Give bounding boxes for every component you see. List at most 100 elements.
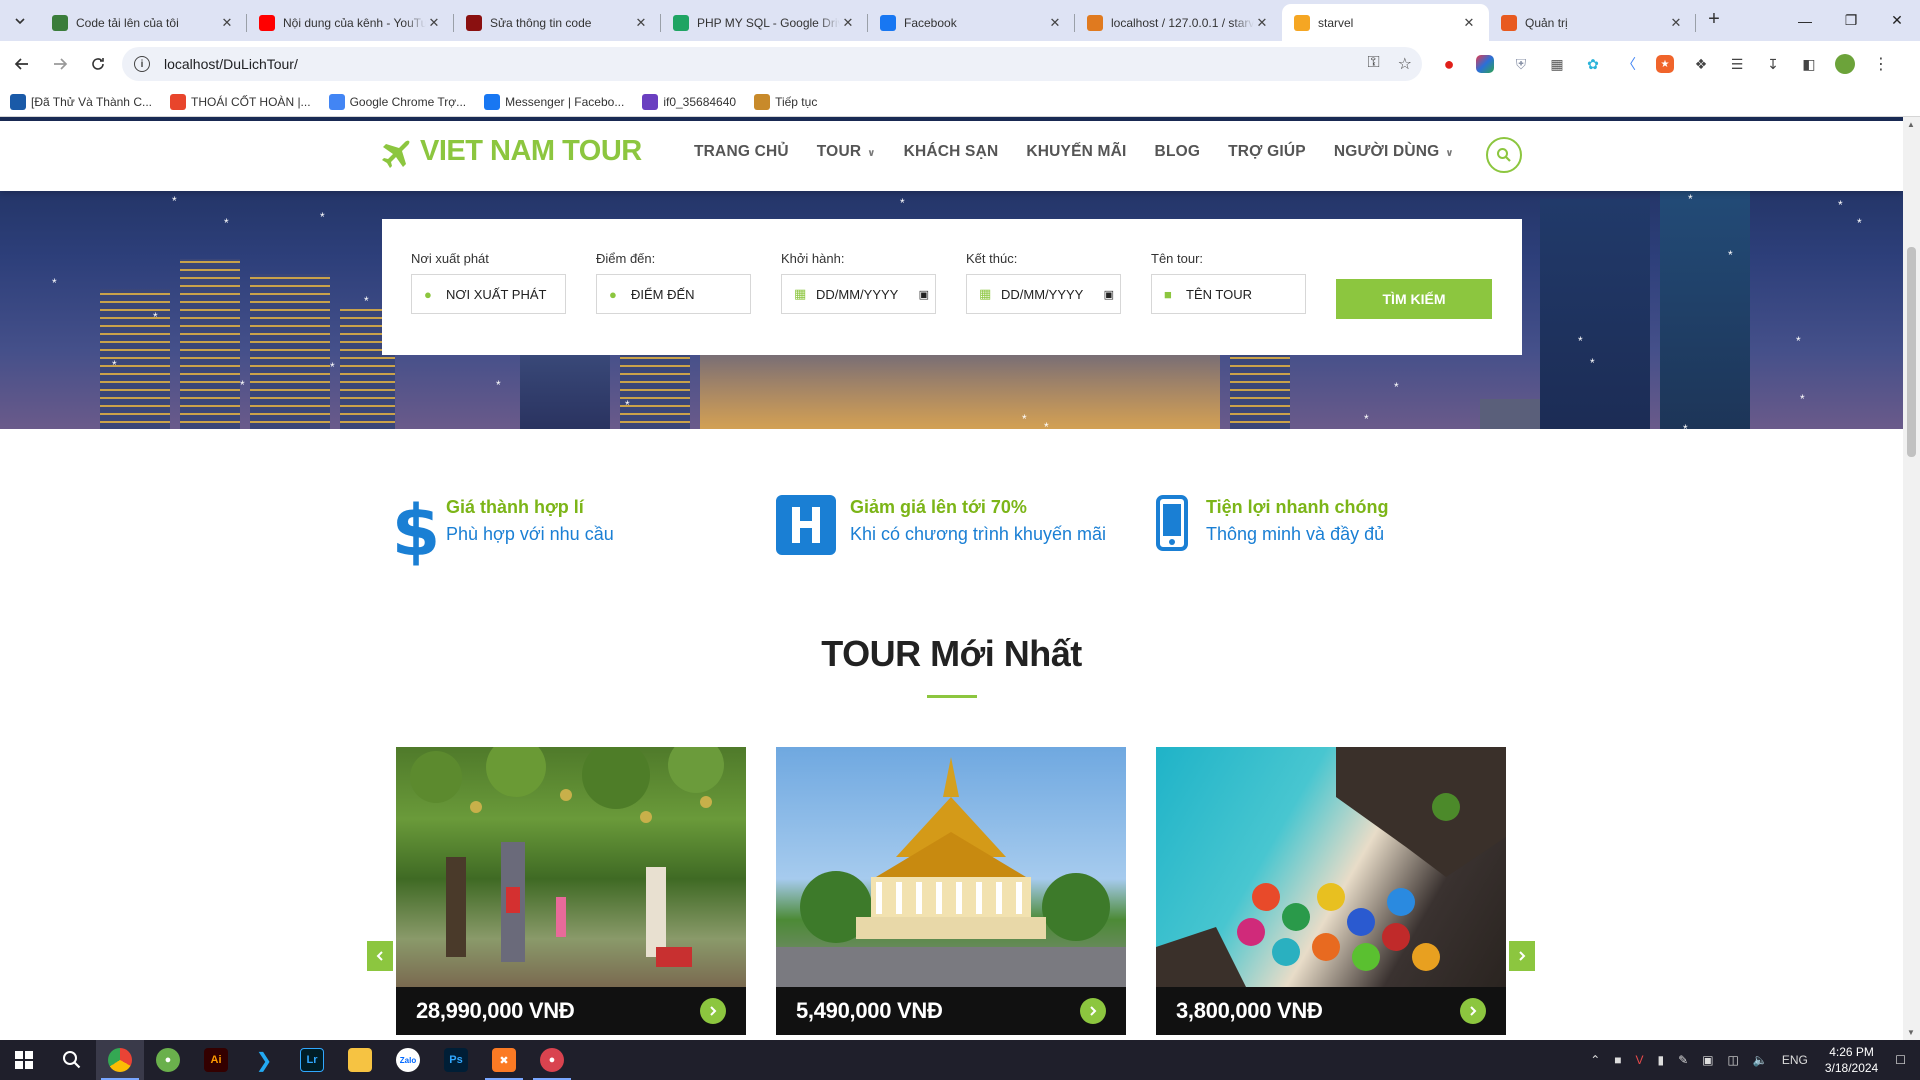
browser-tab[interactable]: Nội dung của kênh - YouTube ✕: [247, 4, 454, 41]
site-search-button[interactable]: [1486, 137, 1522, 173]
browser-tab[interactable]: Sửa thông tin code ✕: [454, 4, 661, 41]
bookmark-item[interactable]: [Đã Thử Và Thành C...: [10, 93, 152, 110]
taskbar-lightroom[interactable]: Lr: [288, 1040, 336, 1080]
taskbar-illustrator[interactable]: Ai: [192, 1040, 240, 1080]
password-key-icon[interactable]: ⚿: [1367, 54, 1379, 74]
forward-button[interactable]: [44, 48, 76, 80]
translate-extension-icon[interactable]: 〈: [1616, 51, 1642, 77]
opera-extension-icon[interactable]: ●: [1436, 51, 1462, 77]
menu-item[interactable]: TRỢ GIÚP: [1228, 143, 1306, 161]
close-window-icon[interactable]: ✕: [1874, 0, 1920, 41]
side-panel-icon[interactable]: ◧: [1796, 51, 1822, 77]
reader-extension-icon[interactable]: ▦: [1544, 51, 1570, 77]
browser-tab[interactable]: Facebook ✕: [868, 4, 1075, 41]
tour-image[interactable]: [1156, 747, 1506, 987]
address-bar[interactable]: i localhost/DuLichTour/ ⚿ ☆: [122, 47, 1422, 81]
browser-tab[interactable]: localhost / 127.0.0.1 / starvel ✕: [1075, 4, 1282, 41]
tour-card[interactable]: 3,800,000 VNĐ: [1156, 747, 1506, 1035]
tray-chevron-up-icon[interactable]: ⌃: [1590, 1053, 1600, 1067]
taskbar-zalo[interactable]: Zalo: [384, 1040, 432, 1080]
bookmark-star-icon[interactable]: ☆: [1398, 54, 1412, 74]
tab-close-icon[interactable]: ✕: [219, 15, 235, 31]
tab-close-icon[interactable]: ✕: [1461, 15, 1477, 31]
tour-detail-button[interactable]: [700, 998, 726, 1024]
notification-icon[interactable]: ☐: [1895, 1053, 1906, 1067]
taskbar-app-green[interactable]: ●: [144, 1040, 192, 1080]
scroll-down-icon[interactable]: ▼: [1907, 1028, 1915, 1037]
back-button[interactable]: [6, 48, 38, 80]
tour-card[interactable]: 28,990,000 VNĐ: [396, 747, 746, 1035]
menu-item[interactable]: BLOG: [1155, 143, 1201, 161]
browser-tab[interactable]: starvel ✕: [1282, 4, 1489, 41]
destination-input[interactable]: ● ĐIỂM ĐẾN: [596, 274, 751, 314]
download-icon[interactable]: ↧: [1760, 51, 1786, 77]
minimize-icon[interactable]: —: [1782, 0, 1828, 41]
departure-input[interactable]: ● NƠI XUẤT PHÁT: [411, 274, 566, 314]
media-queue-icon[interactable]: ☰: [1724, 51, 1750, 77]
more-menu-icon[interactable]: ⋮: [1868, 51, 1894, 77]
carousel-next-button[interactable]: [1509, 941, 1535, 971]
tray-usb-icon[interactable]: ▮: [1658, 1053, 1665, 1067]
tab-search-button[interactable]: [7, 8, 33, 34]
bookmark-item[interactable]: Tiếp tục: [754, 93, 817, 110]
site-info-icon[interactable]: i: [134, 56, 150, 72]
menu-item[interactable]: TRANG CHỦ: [694, 143, 789, 161]
taskbar-vscode[interactable]: ❯: [240, 1040, 288, 1080]
end-date-input[interactable]: ▦ DD/MM/YYYY ▣: [966, 274, 1121, 314]
color-extension-icon[interactable]: [1476, 55, 1494, 73]
tray-network-icon[interactable]: ▣: [1702, 1053, 1713, 1067]
taskbar-search-button[interactable]: [48, 1040, 96, 1080]
new-tab-button[interactable]: +: [1700, 8, 1728, 31]
menu-item[interactable]: NGƯỜI DÙNG ∨: [1334, 143, 1454, 161]
bookmark-item[interactable]: THOÁI CỐT HOÀN |...: [169, 93, 311, 110]
taskbar-xampp[interactable]: ✖: [480, 1040, 528, 1080]
tab-close-icon[interactable]: ✕: [1668, 15, 1684, 31]
orange-extension-icon[interactable]: ★: [1656, 55, 1674, 73]
flower-extension-icon[interactable]: ✿: [1580, 51, 1606, 77]
taskbar-clock[interactable]: 4:26 PM 3/18/2024: [1825, 1044, 1878, 1076]
profile-avatar[interactable]: [1835, 54, 1855, 74]
menu-item[interactable]: KHÁCH SẠN: [904, 143, 999, 161]
tray-app-icon[interactable]: ■: [1614, 1053, 1621, 1067]
tray-power-icon[interactable]: ◫: [1728, 1053, 1739, 1067]
tab-close-icon[interactable]: ✕: [426, 15, 442, 31]
bookmark-item[interactable]: Google Chrome Trợ...: [328, 93, 466, 110]
tab-close-icon[interactable]: ✕: [840, 15, 856, 31]
tour-card[interactable]: 5,490,000 VNĐ: [776, 747, 1126, 1035]
tray-volume-icon[interactable]: 🔈: [1753, 1053, 1768, 1067]
page-scrollbar[interactable]: ▲ ▼: [1903, 117, 1920, 1040]
tab-close-icon[interactable]: ✕: [1047, 15, 1063, 31]
tour-detail-button[interactable]: [1080, 998, 1106, 1024]
taskbar-app-red[interactable]: ●: [528, 1040, 576, 1080]
tour-detail-button[interactable]: [1460, 998, 1486, 1024]
puzzle-extensions-icon[interactable]: ❖: [1688, 51, 1714, 77]
browser-tab[interactable]: Code tải lên của tôi ✕: [40, 4, 247, 41]
start-button[interactable]: [0, 1040, 48, 1080]
carousel-prev-button[interactable]: [367, 941, 393, 971]
tab-close-icon[interactable]: ✕: [633, 15, 649, 31]
browser-tab[interactable]: PHP MY SQL - Google Drive ✕: [661, 4, 868, 41]
taskbar-photoshop[interactable]: Ps: [432, 1040, 480, 1080]
tour-image[interactable]: [396, 747, 746, 987]
restore-icon[interactable]: ❐: [1828, 0, 1874, 41]
tray-antivirus-icon[interactable]: V: [1636, 1053, 1644, 1067]
start-date-input[interactable]: ▦ DD/MM/YYYY ▣: [781, 274, 936, 314]
reload-button[interactable]: [82, 48, 114, 80]
scrollbar-thumb[interactable]: [1907, 247, 1916, 457]
site-logo[interactable]: VIET NAM TOUR: [380, 135, 642, 168]
tab-close-icon[interactable]: ✕: [1254, 15, 1270, 31]
taskbar-explorer[interactable]: [336, 1040, 384, 1080]
shield-extension-icon[interactable]: ⛨: [1508, 51, 1534, 77]
tour-name-input[interactable]: ■ TÊN TOUR: [1151, 274, 1306, 314]
bookmark-item[interactable]: if0_35684640: [642, 93, 736, 110]
date-picker-icon[interactable]: ▣: [1104, 288, 1114, 301]
browser-tab[interactable]: Quản trị ✕: [1489, 4, 1696, 41]
date-picker-icon[interactable]: ▣: [919, 288, 929, 301]
menu-item[interactable]: KHUYẾN MÃI: [1026, 143, 1126, 161]
search-submit-button[interactable]: TÌM KIẾM: [1336, 279, 1492, 319]
bookmark-item[interactable]: Messenger | Facebo...: [484, 93, 624, 110]
taskbar-chrome[interactable]: [96, 1040, 144, 1080]
tour-image[interactable]: [776, 747, 1126, 987]
scroll-up-icon[interactable]: ▲: [1907, 120, 1915, 129]
tray-pen-icon[interactable]: ✎: [1678, 1053, 1688, 1067]
